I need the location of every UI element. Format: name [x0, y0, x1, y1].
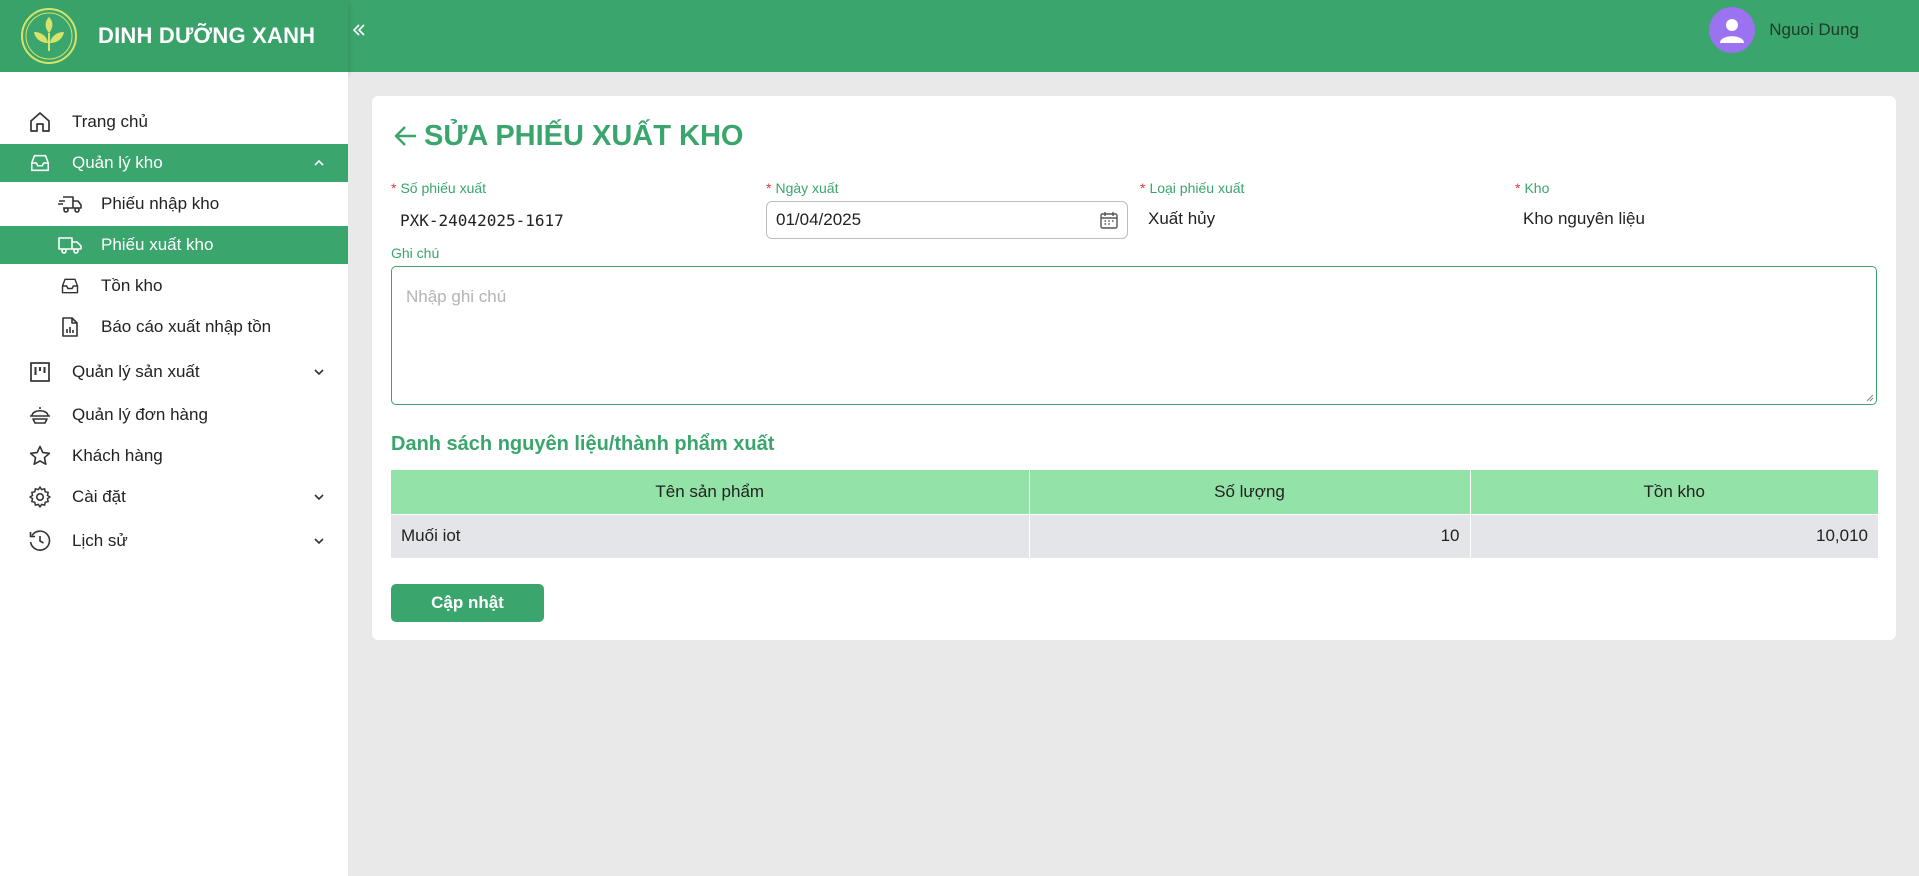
sidebar-item-khach-hang[interactable]: Khách hàng	[0, 437, 348, 475]
back-arrow-icon[interactable]	[392, 121, 422, 151]
sidebar-item-quan-ly-san-xuat[interactable]: Quản lý sản xuất	[0, 353, 348, 391]
column-header: Tên sản phẩm	[391, 470, 1030, 514]
sidebar-item-label: Khách hàng	[72, 446, 163, 465]
required-marker: *	[1515, 180, 1521, 196]
collapse-sidebar-button[interactable]	[348, 16, 370, 44]
chevron-down-icon	[312, 490, 326, 504]
kho-label-text: Kho	[1524, 180, 1550, 196]
sidebar-item-phieu-xuat-kho[interactable]: Phiếu xuất kho	[0, 226, 348, 264]
sidebar-item-trang-chu[interactable]: Trang chủ	[0, 103, 348, 141]
report-icon	[57, 314, 83, 340]
avatar[interactable]	[1709, 7, 1756, 53]
ngay-xuat-value: 01/04/2025	[776, 210, 862, 229]
page-title-text: SỬA PHIẾU XUẤT KHO	[424, 119, 744, 152]
sidebar-item-cai-dat[interactable]: Cài đặt	[0, 478, 348, 516]
page-title: SỬA PHIẾU XUẤT KHO	[392, 116, 743, 156]
ghi-chu-placeholder: Nhập ghi chú	[406, 287, 507, 306]
loai-phieu-label-text: Loại phiếu xuất	[1149, 180, 1245, 196]
loai-phieu-value[interactable]: Xuất hủy	[1148, 200, 1215, 238]
resize-handle-icon[interactable]	[1864, 392, 1874, 402]
so-phieu-label: * Số phiếu xuất	[391, 180, 486, 196]
ngay-xuat-label: * Ngày xuất	[766, 180, 839, 196]
ngay-xuat-date-picker[interactable]: 01/04/2025	[766, 201, 1128, 239]
inbox-icon	[57, 273, 83, 299]
gear-icon	[27, 484, 53, 510]
sidebar-item-label: Quản lý kho	[72, 153, 163, 172]
sidebar-item-label: Báo cáo xuất nhập tồn	[101, 317, 272, 336]
edit-export-form-card: SỬA PHIẾU XUẤT KHO * Số phiếu xuất * Ngày …	[372, 96, 1896, 640]
sidebar-item-quan-ly-kho[interactable]: Quản lý kho	[0, 144, 348, 182]
loai-phieu-label: * Loại phiếu xuất	[1140, 180, 1244, 196]
required-marker: *	[1140, 180, 1146, 196]
table-row: Muối iot 10 10,010	[391, 513, 1878, 558]
chevron-up-icon	[312, 156, 326, 170]
star-icon	[27, 443, 53, 469]
product-table: Tên sản phẩm Số lượng Tồn kho Muối iot 1…	[391, 470, 1878, 558]
column-header: Tồn kho	[1470, 470, 1878, 514]
so-phieu-label-text: Số phiếu xuất	[400, 180, 487, 196]
chevron-down-icon	[312, 534, 326, 548]
top-header: DINH DƯỠNG XANH Nguoi Dung	[0, 0, 1919, 72]
section-title: Danh sách nguyên liệu/thành phẩm xuất	[391, 433, 775, 455]
ghi-chu-textarea[interactable]: Nhập ghi chú	[391, 266, 1877, 405]
sidebar-item-phieu-nhap-kho[interactable]: Phiếu nhập kho	[0, 185, 348, 223]
required-marker: *	[766, 180, 772, 196]
sidebar-item-label: Tồn kho	[101, 276, 163, 295]
ngay-xuat-label-text: Ngày xuất	[775, 180, 839, 196]
user-icon	[1720, 19, 1745, 43]
sidebar-item-label: Lịch sử	[72, 531, 128, 550]
sidebar-item-bao-cao[interactable]: Báo cáo xuất nhập tồn	[0, 308, 348, 346]
sidebar-item-label: Trang chủ	[72, 112, 148, 131]
ghi-chu-label: Ghi chú	[391, 245, 440, 261]
kho-label: * Kho	[1515, 180, 1549, 196]
sidebar-item-label: Phiếu nhập kho	[101, 194, 220, 213]
sidebar-item-label: Cài đặt	[72, 487, 126, 506]
sidebar-item-ton-kho[interactable]: Tồn kho	[0, 267, 348, 305]
so-phieu-value: PXK-24042025-1617	[400, 210, 564, 230]
stock-cell: 10,010	[1470, 513, 1878, 558]
sidebar-item-label: Quản lý đơn hàng	[72, 405, 208, 424]
calendar-icon[interactable]	[1099, 210, 1119, 230]
brand: DINH DƯỠNG XANH	[0, 0, 348, 72]
sidebar-nav: Trang chủ Quản lý kho Phiếu nhập kho Phi…	[0, 72, 348, 876]
table-header-row: Tên sản phẩm Số lượng Tồn kho	[391, 470, 1878, 514]
user-name: Nguoi Dung	[1769, 20, 1859, 39]
column-header: Số lượng	[1029, 470, 1471, 514]
truck-out-icon	[57, 232, 83, 258]
inbox-icon	[27, 150, 53, 176]
kanban-icon	[27, 359, 53, 385]
user-menu[interactable]: Nguoi Dung	[1709, 6, 1859, 54]
order-icon	[27, 402, 53, 428]
double-chevron-left-icon	[352, 24, 365, 36]
product-name-cell: Muối iot	[391, 513, 1030, 558]
logo-icon	[21, 8, 77, 64]
chevron-down-icon	[312, 365, 326, 379]
sidebar-item-quan-ly-don-hang[interactable]: Quản lý đơn hàng	[0, 396, 348, 434]
sidebar-item-label: Quản lý sản xuất	[72, 362, 200, 381]
home-icon	[27, 109, 53, 135]
required-marker: *	[391, 180, 397, 196]
update-button[interactable]: Cập nhật	[391, 584, 544, 622]
kho-value[interactable]: Kho nguyên liệu	[1523, 200, 1645, 238]
sidebar-item-label: Phiếu xuất kho	[101, 235, 214, 254]
brand-name: DINH DƯỠNG XANH	[98, 23, 316, 48]
truck-in-icon	[57, 191, 83, 217]
sidebar-item-lich-su[interactable]: Lịch sử	[0, 522, 348, 560]
clock-icon	[27, 528, 53, 554]
quantity-cell[interactable]: 10	[1029, 513, 1471, 558]
